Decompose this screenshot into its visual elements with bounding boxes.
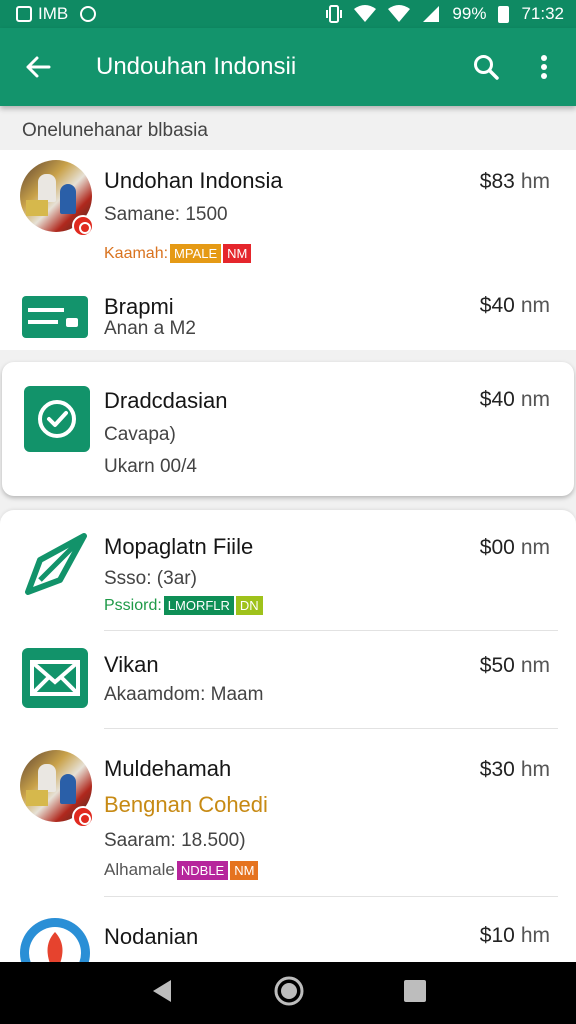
tag: NM [223, 244, 252, 263]
nav-back-button[interactable] [149, 978, 175, 1009]
notification-icon [16, 6, 32, 22]
tag: NDBLE [176, 860, 229, 880]
app-bar: Undouhan Indonsii [0, 28, 576, 106]
nav-recents-button[interactable] [403, 979, 427, 1008]
item-subtitle: Samane: 1500 [104, 204, 228, 225]
video-badge-icon [72, 806, 94, 828]
divider [104, 630, 558, 631]
price-unit: nm [520, 294, 550, 317]
price-unit: hm [520, 758, 550, 781]
item-price: $50 nm [480, 654, 550, 678]
wifi-secondary-icon [388, 5, 411, 22]
search-button[interactable] [456, 37, 516, 97]
envelope-icon [22, 648, 88, 708]
page-title: Undouhan Indonsii [96, 53, 297, 80]
check-icon [24, 386, 90, 452]
item-subtitle: Ssso: (3ar) [104, 568, 197, 589]
item-price: $40 nm [480, 388, 550, 412]
sync-icon [80, 6, 97, 22]
tag-label: Pssiord: [104, 596, 162, 614]
price-value: $00 [479, 536, 515, 559]
item-price: $00 nm [480, 536, 550, 560]
tag: LMORFLR [163, 596, 234, 615]
list-item[interactable]: Nodanian $10 hm [0, 900, 576, 962]
item-title: Muldehamah [104, 756, 232, 781]
status-left-text: IMB [38, 4, 69, 23]
home-circle-icon [274, 976, 304, 1005]
more-options-button[interactable] [522, 37, 566, 97]
selected-list-item[interactable]: Dradcdasian Cavapa) Ukarn 00/4 $40 nm [2, 362, 574, 496]
price-value: $83 [479, 170, 515, 193]
item-tags: Kaamah: MPALE NM [104, 244, 252, 263]
price-value: $40 [479, 294, 515, 317]
tag-label: Alhamale [104, 860, 175, 879]
list-item[interactable]: Muldehamah Bengnan Cohedi Saaram: 18.500… [0, 732, 576, 896]
signal-icon [423, 6, 440, 22]
wifi-icon [354, 5, 377, 22]
price-value: $10 [479, 924, 515, 947]
search-icon [474, 55, 499, 80]
section-header: Onelunehanar blbasia [22, 120, 208, 141]
vibrate-icon [326, 5, 343, 23]
battery-icon [498, 5, 510, 23]
price-unit: nm [520, 654, 550, 677]
send-icon [25, 533, 87, 595]
item-title: Vikan [104, 652, 159, 677]
item-title: Nodanian [104, 924, 199, 949]
item-price: $30 hm [480, 758, 550, 782]
price-value: $30 [479, 758, 515, 781]
status-bar: IMB 99% 71:32 [0, 0, 576, 28]
video-badge-icon [72, 215, 94, 237]
item-tags: Alhamale NDBLE NM [104, 860, 259, 880]
tag-label: Kaamah: [104, 244, 169, 262]
price-unit: hm [520, 170, 550, 193]
tag: NM [230, 860, 259, 880]
item-tags: Pssiord: LMORFLR DN [104, 596, 263, 615]
price-value: $40 [479, 388, 515, 411]
card-icon [22, 296, 88, 338]
divider [104, 896, 558, 897]
item-detail: Saaram: 18.500) [104, 830, 246, 851]
item-title: Mopaglatn Fiile [104, 534, 254, 559]
item-title: Undohan Indonsia [104, 168, 283, 193]
clock: 71:32 [521, 4, 564, 23]
price-unit: nm [520, 536, 550, 559]
item-subtitle: Anan a M2 [104, 318, 196, 339]
item-price: $40 nm [480, 294, 550, 318]
system-nav-bar [0, 962, 576, 1024]
app-logo-icon [20, 918, 90, 962]
more-vert-icon [541, 55, 547, 79]
item-detail: Ukarn 00/4 [104, 456, 197, 477]
list-item[interactable]: Mopaglatn Fiile Ssso: (3ar) Pssiord: LMO… [0, 520, 576, 630]
item-price: $83 hm [480, 170, 550, 194]
back-arrow-icon [26, 56, 51, 78]
item-subtitle: Akaamdom: Maam [104, 684, 264, 705]
recents-square-icon [404, 979, 426, 1002]
item-price: $10 hm [480, 924, 550, 948]
list-item[interactable]: Vikan Akaamdom: Maam $50 nm [0, 632, 576, 728]
divider [104, 728, 558, 729]
item-title: Dradcdasian [104, 388, 228, 413]
nav-home-button[interactable] [273, 975, 305, 1012]
price-unit: hm [520, 924, 550, 947]
battery-percent: 99% [452, 4, 487, 23]
back-button[interactable] [8, 37, 68, 97]
item-subtitle: Bengnan Cohedi [104, 792, 268, 817]
list-item[interactable]: Brapmi Anan a M2 $40 nm [0, 280, 576, 350]
triangle-back-icon [153, 979, 171, 1002]
list-item[interactable]: Undohan Indonsia Samane: 1500 Kaamah: MP… [0, 150, 576, 280]
price-unit: nm [520, 388, 550, 411]
price-value: $50 [479, 654, 515, 677]
tag: DN [235, 596, 263, 615]
item-subtitle: Cavapa) [104, 424, 176, 445]
item-title: Brapmi [104, 294, 174, 319]
tag: MPALE [170, 244, 222, 263]
